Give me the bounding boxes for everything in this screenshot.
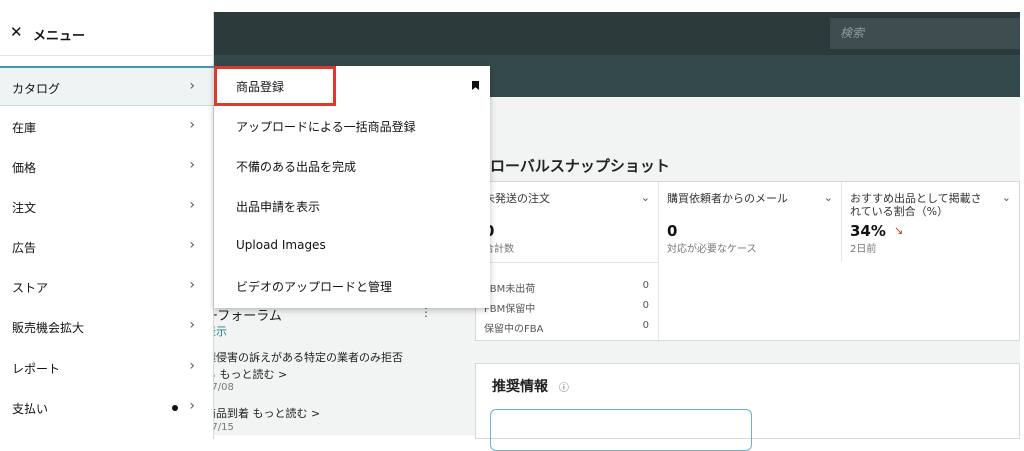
fba-row: FBM未出荷 0 (484, 280, 649, 295)
submenu-item-label: 出品申請を表示 (236, 200, 321, 214)
menu-header: ✕ メニュー (0, 12, 213, 56)
menu-item-label: カタログ (12, 82, 61, 96)
submenu-item-label: アップロードによる一括商品登録 (236, 120, 416, 134)
submenu-item-upload-images[interactable]: Upload Images (214, 226, 490, 266)
fba-row: 保留中のFBA 0 (484, 320, 649, 335)
chevron-right-icon: › (189, 157, 195, 173)
search-input[interactable]: 検索 (830, 18, 1020, 49)
snapshot-value: 0 (667, 222, 678, 240)
submenu-item-view-applications[interactable]: 出品申請を表示 (214, 186, 490, 226)
menu-item-catalog[interactable]: カタログ › (0, 66, 214, 106)
menu-item-label: ストア (12, 281, 49, 295)
chevron-right-icon: › (189, 358, 195, 374)
chevron-right-icon: › (189, 317, 195, 333)
close-icon[interactable]: ✕ (10, 23, 23, 41)
menu-item-label: レポート (12, 362, 61, 376)
forum-news-read-more[interactable]: る もっと読む > (205, 366, 287, 382)
snapshot-buyer-messages[interactable]: 購買依頼者からのメール ⌄ 0 対応が必要なケース (659, 182, 842, 262)
menu-item-advertising[interactable]: 広告 › (0, 227, 214, 267)
submenu-item-label: 商品登録 (236, 80, 285, 94)
menu-title: メニュー (33, 29, 86, 44)
menu-item-label: 価格 (12, 161, 37, 175)
navigation-menu: ✕ メニュー カタログ › 在庫 › 価格 › 注文 › 広告 › ストア › … (0, 12, 214, 439)
snapshot-label: 購買依頼者からのメール (667, 192, 788, 205)
forum-news-item[interactable]: 権侵害の訴えがある特定の業者のみ拒否 (205, 349, 403, 365)
global-snapshot-card: 未発送の注文 ⌄ 0 合計数 購買依頼者からのメール ⌄ 0 対応が必要なケース… (475, 181, 1020, 342)
info-icon[interactable]: ⓘ (559, 383, 569, 394)
notification-dot-icon (172, 405, 178, 411)
menu-item-label: 在庫 (12, 121, 37, 135)
chevron-right-icon: › (189, 398, 195, 414)
submenu-item-fix-listings[interactable]: 不備のある出品を完成 (214, 146, 490, 186)
menu-item-label: 広告 (12, 241, 37, 255)
fba-row: FBM保留中 0 (484, 300, 649, 315)
recommendation-item[interactable] (490, 409, 752, 451)
chevron-down-icon[interactable]: ⌄ (641, 191, 650, 204)
snapshot-unshipped-orders[interactable]: 未発送の注文 ⌄ 0 合計数 (476, 182, 659, 262)
snapshot-label: おすすめ出品として掲載されている割合（%） (850, 192, 982, 218)
chevron-right-icon: › (189, 78, 195, 94)
submenu-item-video-manager[interactable]: ビデオのアップロードと管理 (214, 266, 490, 306)
snapshot-label: 未発送の注文 (484, 192, 550, 205)
forum-news-item[interactable]: 商品到着 もっと読む > (205, 405, 320, 421)
chevron-down-icon[interactable]: ⌄ (824, 191, 833, 204)
menu-item-orders[interactable]: 注文 › (0, 187, 214, 227)
submenu-item-label: Upload Images (236, 238, 326, 252)
menu-item-payments[interactable]: 支払い › (0, 388, 214, 428)
menu-item-reports[interactable]: レポート › (0, 348, 214, 388)
fba-status-block: FBM未出荷 0 FBM保留中 0 保留中のFBA 0 (476, 262, 659, 342)
catalog-submenu: 商品登録 アップロードによる一括商品登録 不備のある出品を完成 出品申請を表示 … (214, 66, 490, 308)
submenu-item-bulk-upload[interactable]: アップロードによる一括商品登録 (214, 106, 490, 146)
menu-item-label: 注文 (12, 201, 37, 215)
menu-item-label: 支払い (12, 402, 49, 416)
menu-item-label: 販売機会拡大 (12, 321, 85, 335)
snapshot-sub: 対応が必要なケース (667, 244, 757, 255)
bookmark-icon[interactable] (472, 81, 479, 90)
menu-item-inventory[interactable]: 在庫 › (0, 107, 214, 147)
recommendations-card: 推奨情報 ⓘ (475, 363, 1020, 451)
submenu-item-add-product[interactable]: 商品登録 (214, 66, 490, 106)
snapshot-sub: 2日前 (850, 244, 877, 255)
menu-item-pricing[interactable]: 価格 › (0, 147, 214, 187)
snapshot-value: 34% (850, 222, 886, 240)
submenu-item-label: ビデオのアップロードと管理 (236, 280, 393, 294)
snapshot-featured-offer[interactable]: おすすめ出品として掲載されている割合（%） ⌄ 34% ↘ 2日前 (842, 182, 1019, 262)
global-snapshot-title: グローバルスナップショット (475, 157, 670, 175)
chevron-right-icon: › (189, 197, 195, 213)
chevron-down-icon[interactable]: ⌄ (1002, 191, 1011, 204)
submenu-item-label: 不備のある出品を完成 (236, 160, 357, 174)
trend-down-icon: ↘ (894, 224, 904, 237)
recommendations-title: 推奨情報 ⓘ (492, 379, 569, 395)
menu-item-growth[interactable]: 販売機会拡大 › (0, 307, 214, 347)
chevron-right-icon: › (189, 277, 195, 293)
chevron-right-icon: › (189, 237, 195, 253)
chevron-right-icon: › (189, 117, 195, 133)
menu-item-stores[interactable]: ストア › (0, 267, 214, 307)
